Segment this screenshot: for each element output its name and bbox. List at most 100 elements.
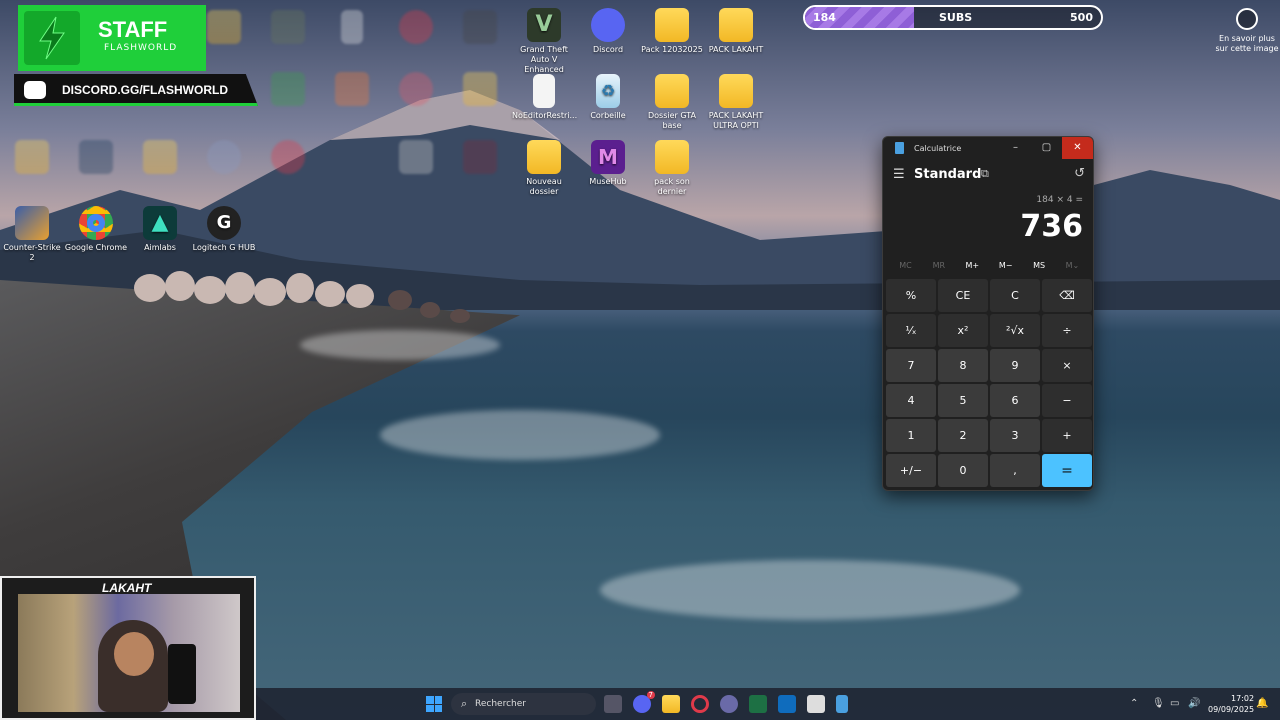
calculator-titlebar[interactable]: Calculatrice – ▢ ✕ (883, 137, 1093, 159)
desktop-icon-blurred[interactable] (256, 140, 320, 177)
desktop-icon-blurred[interactable] (0, 140, 64, 177)
desktop-icon-label: PACK LAKAHT ULTRA OPTI (708, 111, 764, 130)
subtract-key[interactable]: − (1042, 384, 1092, 417)
menu-icon[interactable]: ☰ (893, 167, 905, 182)
memory-recall-button[interactable]: MR (922, 261, 955, 270)
desktop-icon-chrome[interactable]: Google Chrome (64, 206, 128, 253)
app-icon[interactable] (807, 695, 825, 713)
desktop-icon-aimlabs[interactable]: ▲ Aimlabs (128, 206, 192, 253)
chevron-up-icon[interactable]: ⌃ (1130, 698, 1138, 709)
desktop-icon-cs2[interactable]: Counter-Strike 2 (0, 206, 64, 263)
calculator-taskbar-icon[interactable] (836, 695, 848, 713)
search-box[interactable]: ⌕ Rechercher (451, 693, 596, 715)
maximize-button[interactable]: ▢ (1031, 137, 1062, 159)
learn-more-widget[interactable]: En savoir plus sur cette image (1214, 8, 1280, 54)
four-key[interactable]: 4 (886, 384, 936, 417)
backspace-key[interactable]: ⌫ (1042, 279, 1092, 312)
wave-foam (380, 410, 660, 460)
equals-key[interactable]: = (1042, 454, 1092, 487)
discord-icon (591, 8, 625, 42)
folder-icon (655, 8, 689, 42)
desktop-icon-blurred[interactable] (192, 140, 256, 177)
desktop-icon-label: PACK LAKAHT (708, 45, 764, 54)
memory-list-button[interactable]: M⌄ (1056, 261, 1089, 270)
seven-key[interactable]: 7 (886, 349, 936, 382)
desktop-icon-blurred[interactable] (320, 72, 384, 109)
desktop-icon-blurred[interactable] (384, 10, 448, 47)
add-key[interactable]: + (1042, 419, 1092, 452)
desktop-icon-nouveau-dossier[interactable]: Nouveau dossier (512, 140, 576, 197)
file-explorer-icon[interactable] (662, 695, 680, 713)
app-icon[interactable] (720, 695, 738, 713)
aimlabs-icon: ▲ (143, 206, 177, 240)
outlook-icon[interactable] (778, 695, 796, 713)
desktop-icon-blurred[interactable] (64, 140, 128, 177)
discord-badge: 7 (646, 691, 655, 699)
windows-start-icon[interactable] (426, 696, 442, 712)
reciprocal-key[interactable]: ¹⁄ₓ (886, 314, 936, 347)
square-root-key[interactable]: ²√x (990, 314, 1040, 347)
desktop-icon-blurred[interactable] (256, 10, 320, 47)
decimal-key[interactable]: , (990, 454, 1040, 487)
memory-store-button[interactable]: MS (1023, 261, 1056, 270)
desktop-icon-discord[interactable]: Discord (576, 8, 640, 55)
notification-icon[interactable]: 🔔 (1256, 698, 1268, 709)
eight-key[interactable]: 8 (938, 349, 988, 382)
memory-clear-button[interactable]: MC (889, 261, 922, 270)
clear-entry-key[interactable]: CE (938, 279, 988, 312)
desktop-icon-pack[interactable]: Pack 12032025 (640, 8, 704, 55)
musehub-icon: M (591, 140, 625, 174)
memory-subtract-button[interactable]: M− (989, 261, 1022, 270)
microphone-icon[interactable]: 🎙 (1152, 698, 1165, 709)
desktop-icon-recycle-bin[interactable]: ♻ Corbeille (576, 74, 640, 121)
search-icon: ⌕ (461, 697, 468, 710)
multiply-key[interactable]: × (1042, 349, 1092, 382)
task-view-icon[interactable] (604, 695, 622, 713)
excel-icon[interactable] (749, 695, 767, 713)
opera-icon[interactable] (691, 695, 709, 713)
desktop-icon-logitech[interactable]: G Logitech G HUB (192, 206, 256, 253)
microphone (168, 644, 196, 704)
clock[interactable]: 17:02 09/09/2025 (1208, 693, 1254, 715)
desktop-icon-blurred[interactable] (128, 140, 192, 177)
folder-icon (655, 140, 689, 174)
volume-icon[interactable]: 🔊 (1188, 698, 1200, 709)
zero-key[interactable]: 0 (938, 454, 988, 487)
percent-key[interactable]: % (886, 279, 936, 312)
three-key[interactable]: 3 (990, 419, 1040, 452)
desktop-icon-gta[interactable]: V Grand Theft Auto V Enhanced (512, 8, 576, 75)
desktop-icon-pack-son[interactable]: pack son dernier (640, 140, 704, 197)
five-key[interactable]: 5 (938, 384, 988, 417)
memory-add-button[interactable]: M+ (956, 261, 989, 270)
webcam-feed (18, 594, 240, 712)
six-key[interactable]: 6 (990, 384, 1040, 417)
desktop-icon-blurred[interactable] (256, 72, 320, 109)
keep-on-top-icon[interactable]: ⧉ (981, 167, 989, 181)
history-icon[interactable]: ↺ (1074, 166, 1085, 181)
one-key[interactable]: 1 (886, 419, 936, 452)
desktop-icon-blurred[interactable] (384, 72, 448, 109)
minimize-button[interactable]: – (1000, 137, 1031, 159)
memory-bar: MC MR M+ M− MS M⌄ (889, 261, 1089, 270)
cam-name: LAKAHT (102, 581, 152, 595)
two-key[interactable]: 2 (938, 419, 988, 452)
desktop-icon-blurred[interactable] (448, 10, 512, 47)
network-icon[interactable]: ▭ (1170, 698, 1179, 709)
desktop-icon-label: Aimlabs (144, 243, 176, 252)
desktop-icon-blurred[interactable] (320, 10, 384, 47)
desktop-icon-blurred[interactable] (384, 140, 448, 177)
desktop-icon-pack-lakaht[interactable]: PACK LAKAHT (704, 8, 768, 55)
desktop-icon-musehub[interactable]: M MuseHub (576, 140, 640, 187)
discord-taskbar-icon[interactable]: 7 (633, 691, 655, 713)
desktop-icon-dossier-gta[interactable]: Dossier GTA base (640, 74, 704, 131)
desktop-icon-noeditor[interactable]: NoEditorRestri... (512, 74, 577, 121)
close-button[interactable]: ✕ (1062, 137, 1093, 159)
desktop-icon-blurred[interactable] (448, 72, 512, 109)
desktop-icon-pack-ultra[interactable]: PACK LAKAHT ULTRA OPTI (704, 74, 768, 131)
square-key[interactable]: x² (938, 314, 988, 347)
desktop-icon-blurred[interactable] (448, 140, 512, 177)
clear-key[interactable]: C (990, 279, 1040, 312)
divide-key[interactable]: ÷ (1042, 314, 1092, 347)
nine-key[interactable]: 9 (990, 349, 1040, 382)
negate-key[interactable]: +/− (886, 454, 936, 487)
